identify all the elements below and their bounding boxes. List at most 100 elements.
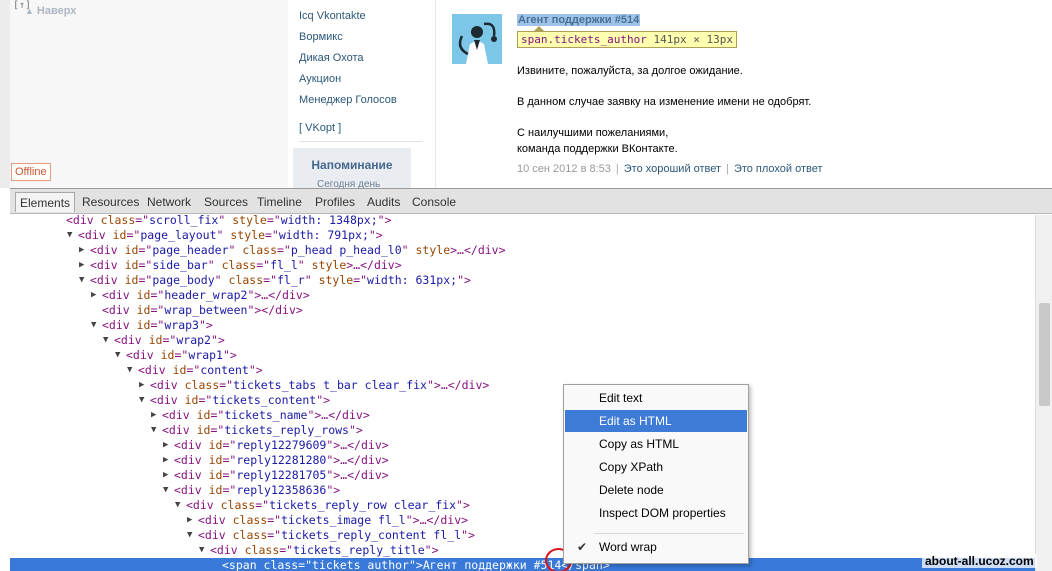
expand-triangle-icon[interactable]: ▶ [187,513,192,528]
tree-node[interactable]: ▼ <div id="wrap3"> [10,318,1035,333]
menu-edit-as-html[interactable]: Edit as HTML [565,410,747,432]
expand-triangle-icon[interactable]: ▶ [139,378,144,393]
tree-node-markup: <div id="wrap1"> [126,348,237,362]
collapse-triangle-icon[interactable]: ▼ [91,318,96,333]
tooltip-size: 141px × 13px [653,33,733,46]
reminder-subtitle: Сегодня день [317,179,381,188]
tree-node[interactable]: ▶ <div class="tickets_tabs t_bar clear_fi… [10,378,1035,393]
collapse-triangle-icon[interactable]: ▼ [67,228,72,243]
tree-node[interactable]: ▶ <div id="side_bar" class="fl_l" style>…… [10,258,1035,273]
collapse-triangle-icon[interactable]: ▼ [199,543,204,558]
expand-triangle-icon[interactable]: ▶ [163,468,168,483]
menu-inspect-dom-properties[interactable]: Inspect DOM properties [565,502,747,524]
menu-item-vkopt[interactable]: [ VKopt ] [299,122,341,134]
good-answer-link[interactable]: Это хороший ответ [624,163,721,175]
elements-scrollbar[interactable] [1035,215,1052,571]
tree-node-markup: <div id="tickets_name">…</div> [162,408,370,422]
tree-node[interactable]: ▶ <div id="reply12279609">…</div> [10,438,1035,453]
expand-triangle-icon[interactable]: ▶ [79,258,84,273]
expand-triangle-icon[interactable]: ▶ [91,288,96,303]
left-strip [0,0,10,188]
menu-item-votes-manager[interactable]: Менеджер Голосов [299,94,397,106]
collapse-triangle-icon[interactable]: ▼ [175,498,180,513]
collapse-triangle-icon[interactable]: ▼ [187,528,192,543]
menu-delete-node[interactable]: Delete node [565,479,747,501]
expand-triangle-icon[interactable]: ▶ [163,453,168,468]
collapse-triangle-icon[interactable]: ▼ [127,363,132,378]
tree-node[interactable]: ▼ <div id="reply12358636"> [10,483,1035,498]
tree-node[interactable]: ▼ <div id="wrap2"> [10,333,1035,348]
tree-node[interactable]: ▶ <div class="tickets_image fl_l">…</div> [10,513,1035,528]
tree-node[interactable]: ▼ <div id="tickets_reply_rows"> [10,423,1035,438]
back-to-top-label: Наверх [36,5,77,17]
word-wrap-label: Word wrap [599,540,657,554]
tab-elements[interactable]: Elements [15,192,76,212]
tree-node[interactable]: ▼ <div id="wrap1"> [10,348,1035,363]
tooltip-selector: span.tickets_author [521,33,647,46]
tree-node[interactable]: ▶ <div id="reply12281280">…</div> [10,453,1035,468]
tree-node[interactable]: ▼ <div id="content"> [10,363,1035,378]
tree-node-markup: <div id="reply12358636"> [174,483,341,497]
tree-node-markup: <div id="reply12279609">…</div> [174,438,389,452]
expand-triangle-icon[interactable]: ▶ [163,438,168,453]
tab-profiles[interactable]: Profiles [315,195,355,209]
tree-node[interactable]: ▶ <div id="tickets_name">…</div> [10,408,1035,423]
reminder-title: Напоминание [311,158,393,172]
expand-triangle-icon[interactable]: ▶ [151,408,156,423]
tree-node-selected[interactable]: <span class="tickets_author">Агент подде… [10,558,1035,571]
menu-item-auction[interactable]: Аукцион [299,73,341,85]
tree-node-markup: <div id="wrap2"> [114,333,225,347]
collapse-triangle-icon[interactable]: ▼ [115,348,120,363]
tree-node[interactable]: ▶ <div id="header_wrap2">…</div> [10,288,1035,303]
menu-edit-text[interactable]: Edit text [565,387,747,409]
support-agent-avatar[interactable] [452,14,502,64]
tab-audits[interactable]: Audits [367,195,400,209]
tree-node-markup: <div id="page_layout" style="width: 791p… [78,228,383,242]
menu-word-wrap[interactable]: ✔ Word wrap [565,536,747,558]
message-line: В данном случае заявку на изменение имен… [517,96,812,108]
tree-node[interactable]: ▶ <div id="page_header" class="p_head p_h… [10,243,1035,258]
collapse-triangle-icon[interactable]: ▼ [151,423,156,438]
menu-divider [299,141,423,142]
ticket-author[interactable]: Агент поддержки #514 [517,14,641,26]
collapse-triangle-icon[interactable]: ▼ [163,483,168,498]
expand-triangle-icon[interactable]: ▶ [79,243,84,258]
menu-item-icq[interactable]: Icq Vkontakte [299,10,366,22]
tab-console[interactable]: Console [412,195,456,209]
devtools-toolbar: Elements Resources Network Sources Timel… [10,189,1052,214]
tree-node-markup: <div class="tickets_reply_title"> [210,543,439,557]
offline-badge[interactable]: Offline [11,163,51,181]
message-line: С наилучшими пожеланиями, [517,127,669,139]
message-line: команда поддержки ВКонтакте. [517,143,678,155]
menu-copy-xpath[interactable]: Copy XPath [565,456,747,478]
up-arrow-icon: ▲ [25,6,34,16]
menu-copy-as-html[interactable]: Copy as HTML [565,433,747,455]
tab-network[interactable]: Network [147,195,191,209]
elements-tree: <div class="scroll_fix" style="width: 13… [10,215,1035,571]
tree-node[interactable]: ▼ <div class="tickets_reply_content fl_l"… [10,528,1035,543]
tree-node[interactable]: ▼ <div id="page_body" class="fl_r" style=… [10,273,1035,288]
collapse-triangle-icon[interactable]: ▼ [139,393,144,408]
tab-timeline[interactable]: Timeline [257,195,302,209]
side-menu: Icq Vkontakte Вормикс Дикая Охота Аукцио… [288,0,436,188]
back-to-top-link[interactable]: ▲ Наверх [25,5,76,17]
tree-node[interactable]: ▼ <div class="tickets_reply_title"> [10,543,1035,558]
message-line: Извините, пожалуйста, за долгое ожидание… [517,65,743,77]
menu-item-wild-hunt[interactable]: Дикая Охота [299,52,364,64]
tree-node-markup: <div id="tickets_reply_rows"> [162,423,363,437]
tab-resources[interactable]: Resources [82,195,139,209]
tree-node[interactable]: ▼ <div class="tickets_reply_row clear_fix… [10,498,1035,513]
tree-node-markup: <div id="tickets_content"> [150,393,331,407]
menu-item-wormix[interactable]: Вормикс [299,31,343,43]
tree-node[interactable]: ▼ <div id="page_layout" style="width: 791… [10,228,1035,243]
scrollbar-thumb[interactable] [1039,303,1050,406]
tree-node[interactable]: ▼ <div id="tickets_content"> [10,393,1035,408]
collapse-triangle-icon[interactable]: ▼ [103,333,108,348]
bad-answer-link[interactable]: Это плохой ответ [734,163,823,175]
tree-node[interactable]: <div id="wrap_between"></div> [10,303,1035,318]
tree-node[interactable]: ▶ <div id="reply12281705">…</div> [10,468,1035,483]
reminder-box: Напоминание Сегодня день [293,148,411,188]
collapse-triangle-icon[interactable]: ▼ [79,273,84,288]
tab-sources[interactable]: Sources [204,195,248,209]
tree-node[interactable]: <div class="scroll_fix" style="width: 13… [10,215,1035,228]
